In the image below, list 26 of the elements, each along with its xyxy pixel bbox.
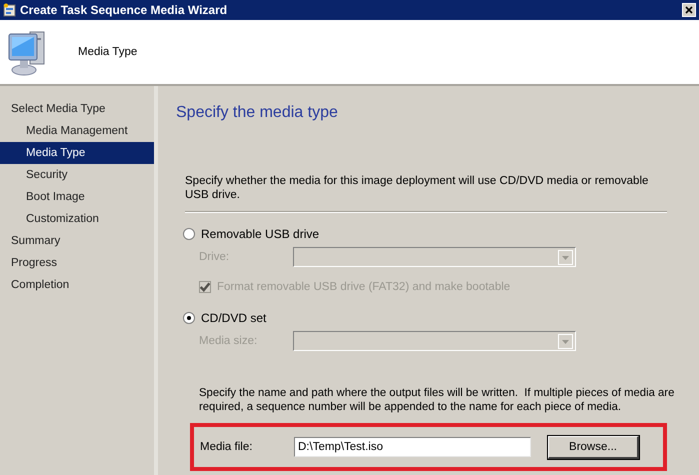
radio-button[interactable] xyxy=(183,228,195,240)
checkbox-label: Format removable USB drive (FAT32) and make bootable xyxy=(217,281,510,293)
step-item[interactable]: Select Media Type xyxy=(0,98,154,120)
field-label: Media file: xyxy=(200,441,254,453)
radio-button[interactable] xyxy=(183,312,195,324)
step-item[interactable]: Completion xyxy=(0,274,154,296)
step-item[interactable]: Media Type xyxy=(0,142,154,164)
header-title: Media Type xyxy=(78,46,138,58)
step-item[interactable]: Media Management xyxy=(0,120,154,142)
step-item[interactable]: Progress xyxy=(0,252,154,274)
wizard-app-icon xyxy=(3,3,17,17)
browse-button[interactable]: Browse... xyxy=(548,436,639,458)
page-heading: Specify the media type xyxy=(176,104,339,122)
close-icon[interactable] xyxy=(682,3,696,17)
radio-label: Removable USB drive xyxy=(201,227,320,241)
media-file-input[interactable]: D:\Temp\Test.iso xyxy=(294,437,531,457)
step-item[interactable]: Security xyxy=(0,164,154,186)
radio-label: CD/DVD set xyxy=(201,311,266,325)
window-title: Create Task Sequence Media Wizard xyxy=(20,3,228,17)
description-text: Specify whether the media for this image deployment will use CD/DVD media or removable USB drive. xyxy=(185,174,650,202)
step-item[interactable]: Boot Image xyxy=(0,186,154,208)
field-label: Media size: xyxy=(199,335,258,347)
field-label: Drive: xyxy=(199,251,230,263)
step-item[interactable]: Summary xyxy=(0,230,154,252)
step-item[interactable]: Customization xyxy=(0,208,154,230)
output-note-text: Specify the name and path where the output files will be written. If multiple pieces of media are required, a sequence number will be appended to the name for each piece of media. xyxy=(199,386,676,414)
